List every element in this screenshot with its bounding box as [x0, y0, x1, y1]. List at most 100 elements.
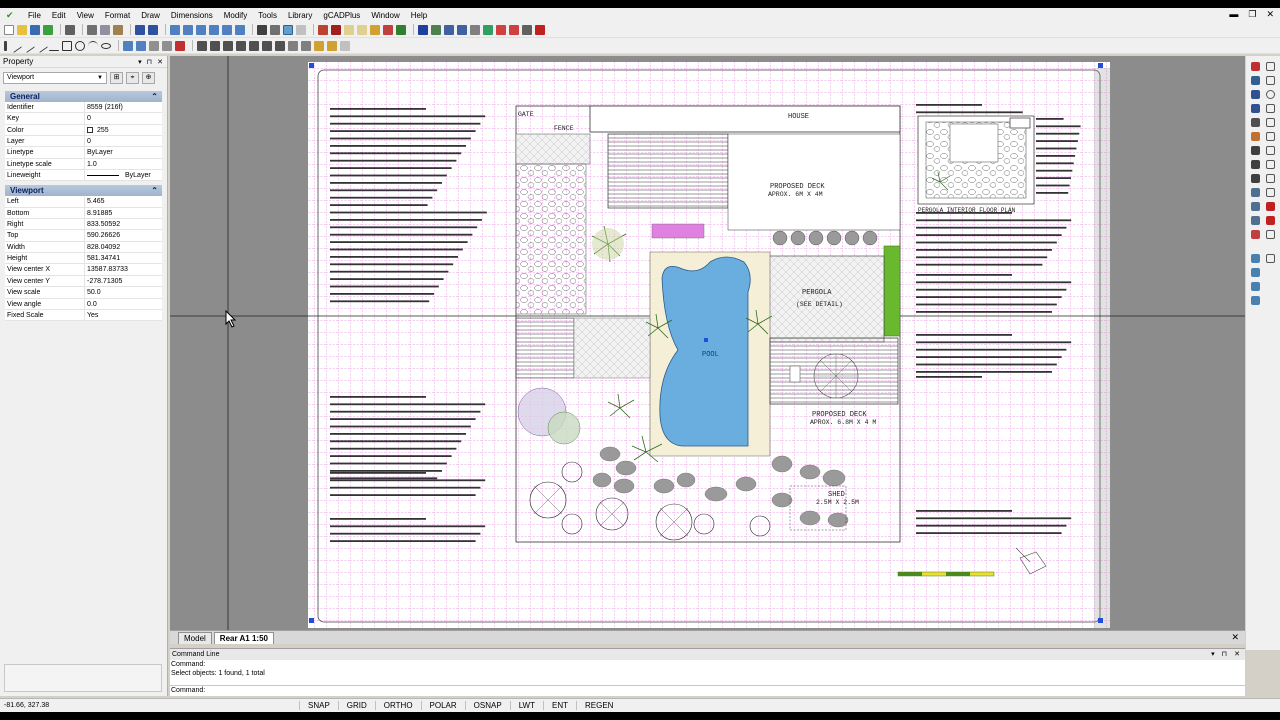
fillet-icon[interactable]: [314, 40, 324, 51]
menu-file[interactable]: File: [24, 11, 45, 20]
hatch-icon[interactable]: [318, 24, 328, 35]
select-objects-icon[interactable]: ⌖: [126, 72, 139, 84]
property-row[interactable]: Linetype ByLayer: [5, 147, 162, 159]
dropdown-icon[interactable]: ▾: [1211, 649, 1215, 660]
property-value[interactable]: 8.91885: [85, 208, 162, 218]
zoom-extents-icon[interactable]: [209, 24, 219, 35]
property-row[interactable]: Width 828.04092: [5, 241, 162, 254]
close-panel-icon[interactable]: ✕: [1234, 649, 1240, 660]
layout-icon[interactable]: [296, 24, 306, 35]
area-icon[interactable]: [444, 24, 454, 35]
library-icon[interactable]: [370, 24, 380, 35]
scale-icon[interactable]: [236, 40, 246, 51]
menu-gcadplus[interactable]: gCADPlus: [319, 11, 364, 20]
drawing-canvas[interactable]: HOUSE GATE FENCE PROPOSED DECK APROX. 6M…: [170, 56, 1245, 630]
property-value[interactable]: 828.04092: [85, 242, 162, 252]
minimize-icon[interactable]: ▬: [1229, 9, 1238, 20]
property-row[interactable]: Key 0: [5, 113, 162, 125]
box-icon[interactable]: [1266, 62, 1275, 71]
property-value[interactable]: 13587.83733: [85, 264, 162, 274]
wipeout-icon[interactable]: [1266, 188, 1275, 197]
collapse-icon[interactable]: ⌃: [151, 92, 158, 101]
snap-toggle[interactable]: SNAP: [299, 701, 338, 710]
property-value[interactable]: ByLayer: [123, 170, 162, 180]
polar-toggle[interactable]: POLAR: [420, 701, 465, 710]
dimension-icon[interactable]: [136, 40, 146, 51]
zoom-out-icon[interactable]: [183, 24, 193, 35]
zoom-previous-icon[interactable]: [222, 24, 232, 35]
grid-toggle[interactable]: GRID: [337, 701, 375, 710]
image-icon[interactable]: [149, 40, 159, 51]
point-icon[interactable]: [4, 40, 7, 51]
menu-tools[interactable]: Tools: [254, 11, 281, 20]
property-row[interactable]: Left 5.465: [5, 196, 162, 208]
extend-icon[interactable]: [301, 40, 311, 51]
open-folder-icon[interactable]: [17, 24, 27, 35]
menu-view[interactable]: View: [73, 11, 98, 20]
close-icon[interactable]: ✕: [1266, 9, 1274, 20]
property-row[interactable]: View center Y -278.71305: [5, 275, 162, 288]
erase-icon[interactable]: [340, 40, 350, 51]
property-value[interactable]: 0.0: [85, 299, 162, 309]
warning-icon[interactable]: [1251, 132, 1260, 141]
property-value[interactable]: 8559 (216f): [85, 102, 162, 112]
insert-icon[interactable]: [344, 24, 354, 35]
property-row[interactable]: View scale 50.0: [5, 287, 162, 299]
rect-tool-icon[interactable]: [1266, 104, 1275, 113]
magnet-icon[interactable]: [1266, 216, 1275, 225]
new-file-icon[interactable]: [4, 24, 14, 35]
ray-icon[interactable]: [21, 38, 35, 53]
move-icon[interactable]: [197, 40, 207, 51]
table-icon[interactable]: [418, 24, 428, 35]
columns-icon[interactable]: [457, 24, 467, 35]
property-value[interactable]: 833.50592: [85, 219, 162, 229]
osnap-toggle[interactable]: OSNAP: [464, 701, 510, 710]
property-row[interactable]: View angle 0.0: [5, 298, 162, 310]
spline-icon[interactable]: [1266, 146, 1275, 155]
export-icon[interactable]: [43, 24, 53, 35]
property-value[interactable]: 255: [95, 125, 162, 135]
mirror-icon[interactable]: [262, 40, 272, 51]
xline-icon[interactable]: [34, 38, 48, 53]
ellipse-icon[interactable]: [101, 42, 111, 49]
cut-icon[interactable]: [87, 24, 97, 35]
text-tool-icon[interactable]: [1251, 202, 1260, 211]
layers-icon[interactable]: [270, 24, 280, 35]
group-general-header[interactable]: General ⌃: [5, 91, 162, 102]
pin-icon[interactable]: [396, 24, 406, 35]
brush-icon[interactable]: [1251, 76, 1260, 85]
property-value[interactable]: 1.0: [85, 159, 162, 169]
scale-bar-icon[interactable]: [431, 24, 441, 35]
property-value[interactable]: Yes: [85, 310, 162, 320]
copy-object-icon[interactable]: [210, 40, 220, 51]
donut-icon[interactable]: [1266, 160, 1275, 169]
tab-rear-a1[interactable]: Rear A1 1:50: [213, 632, 274, 644]
restore-icon[interactable]: ❐: [1248, 9, 1256, 20]
arc-icon[interactable]: [88, 40, 98, 51]
property-value[interactable]: 590.26626: [85, 230, 162, 240]
trim-icon[interactable]: [288, 40, 298, 51]
delete-tool-icon[interactable]: [1266, 202, 1275, 211]
plant-icon[interactable]: [483, 24, 493, 35]
property-row[interactable]: Color 255: [5, 124, 162, 137]
property-value[interactable]: -278.71305: [85, 276, 162, 286]
ruler-icon[interactable]: [1251, 174, 1260, 183]
zoom-window-icon[interactable]: [196, 24, 206, 35]
property-value[interactable]: 581.34741: [85, 253, 162, 263]
menu-draw[interactable]: Draw: [137, 11, 164, 20]
sphere-icon[interactable]: [1251, 282, 1260, 291]
cube-icon[interactable]: [1251, 254, 1260, 263]
pin-panel-icon[interactable]: ⊓: [147, 58, 152, 66]
cone-icon[interactable]: [1251, 296, 1260, 305]
align-icon[interactable]: [123, 40, 133, 51]
explode-icon[interactable]: [175, 40, 185, 51]
measure-tool-icon[interactable]: [1251, 146, 1260, 155]
property-row[interactable]: Fixed Scale Yes: [5, 309, 162, 322]
zoom-realtime-icon[interactable]: [235, 24, 245, 35]
section-icon[interactable]: [470, 24, 480, 35]
paste-icon[interactable]: [113, 24, 123, 35]
zoom-in-icon[interactable]: [170, 24, 180, 35]
triangle-icon[interactable]: [1266, 76, 1275, 85]
ent-toggle[interactable]: ENT: [542, 701, 576, 710]
menu-dimensions[interactable]: Dimensions: [167, 11, 217, 20]
